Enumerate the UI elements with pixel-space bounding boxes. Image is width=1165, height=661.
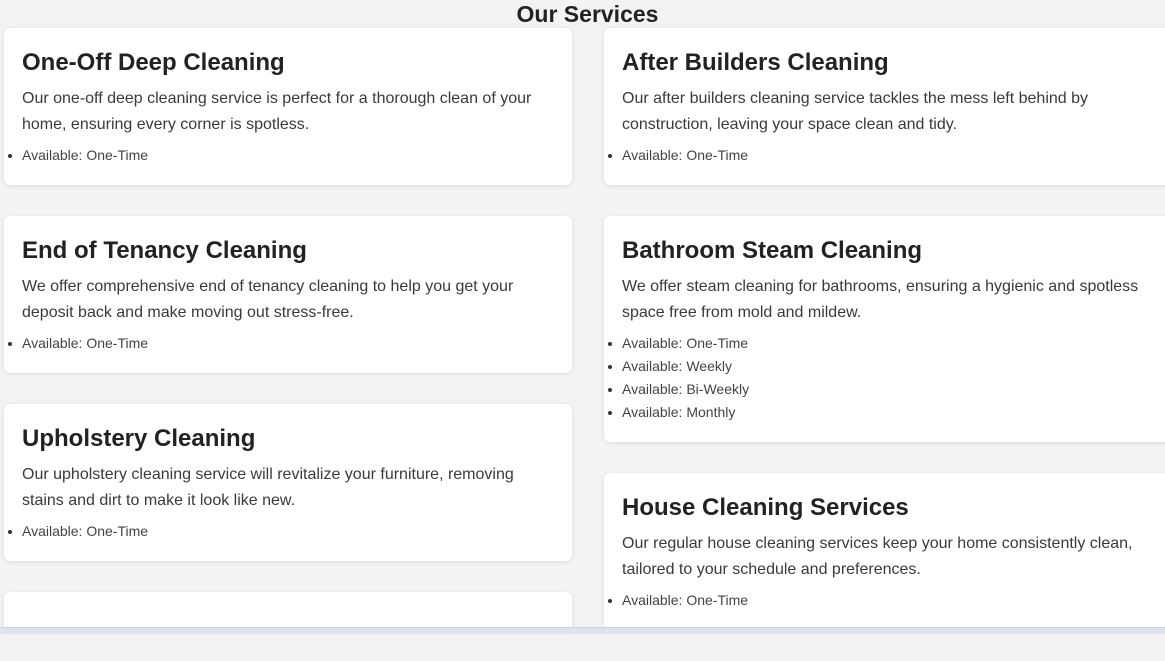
availability-item: Available: Weekly [608, 355, 1156, 378]
availability-list: Available: One-Time Available: Weekly Av… [608, 332, 1156, 424]
availability-item: Available: One-Time [8, 520, 554, 543]
services-column-left: One-Off Deep Cleaning Our one-off deep c… [4, 28, 572, 632]
service-card-house-cleaning-services[interactable]: House Cleaning Services Our regular hous… [604, 473, 1165, 630]
service-title: Bathroom Steam Cleaning [622, 237, 923, 264]
service-title: House Cleaning Services [622, 494, 909, 521]
service-title: End of Tenancy Cleaning [22, 237, 307, 264]
availability-list: Available: One-Time [8, 520, 554, 543]
availability-list: Available: One-Time [608, 144, 1156, 167]
service-description: We offer steam cleaning for bathrooms, e… [622, 278, 1139, 321]
availability-item: Available: One-Time [608, 589, 1156, 612]
page-title: Our Services [516, 1, 659, 27]
service-card-partial[interactable] [4, 592, 572, 632]
services-column-right: After Builders Cleaning Our after builde… [604, 28, 1165, 661]
service-card-one-off-deep-cleaning[interactable]: One-Off Deep Cleaning Our one-off deep c… [4, 28, 572, 185]
availability-item: Available: One-Time [608, 332, 1156, 355]
service-card-bathroom-steam-cleaning[interactable]: Bathroom Steam Cleaning We offer steam c… [604, 216, 1165, 442]
service-description: Our regular house cleaning services keep… [622, 535, 1133, 578]
service-title: One-Off Deep Cleaning [22, 49, 285, 76]
service-card-upholstery-cleaning[interactable]: Upholstery Cleaning Our upholstery clean… [4, 404, 572, 561]
service-description: Our after builders cleaning service tack… [622, 90, 1089, 133]
service-card-end-of-tenancy-cleaning[interactable]: End of Tenancy Cleaning We offer compreh… [4, 216, 572, 373]
availability-item: Available: One-Time [608, 144, 1156, 167]
service-title: Upholstery Cleaning [22, 425, 256, 452]
availability-list: Available: One-Time [608, 589, 1156, 612]
service-description: Our upholstery cleaning service will rev… [22, 466, 514, 509]
availability-item: Available: One-Time [8, 332, 554, 355]
availability-item: Available: Monthly [608, 401, 1156, 424]
availability-item: Available: Bi-Weekly [608, 378, 1156, 401]
service-description: Our one-off deep cleaning service is per… [22, 90, 532, 133]
availability-list: Available: One-Time [8, 332, 554, 355]
service-description: We offer comprehensive end of tenancy cl… [22, 278, 514, 321]
availability-list: Available: One-Time [8, 144, 554, 167]
service-card-after-builders-cleaning[interactable]: After Builders Cleaning Our after builde… [604, 28, 1165, 185]
service-title: After Builders Cleaning [622, 49, 889, 76]
availability-item: Available: One-Time [8, 144, 554, 167]
